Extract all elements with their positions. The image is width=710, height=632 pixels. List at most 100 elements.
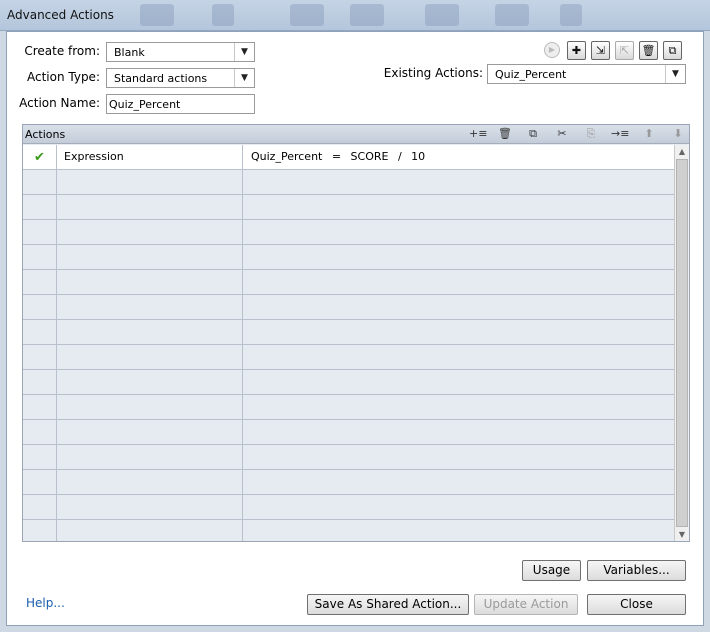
empty-cell[interactable]: [57, 270, 243, 295]
close-button[interactable]: Close: [587, 594, 686, 615]
cut-row-icon[interactable]: ✂: [554, 127, 570, 141]
move-up-icon[interactable]: ⬆: [641, 127, 657, 141]
copy-row-icon[interactable]: ⧉: [525, 127, 541, 141]
empty-cell[interactable]: [243, 520, 674, 541]
empty-cell[interactable]: [57, 470, 243, 495]
table-row[interactable]: [23, 220, 674, 245]
move-down-icon[interactable]: ⬇: [670, 127, 686, 141]
table-row[interactable]: [23, 495, 674, 520]
duplicate-icon[interactable]: ⧉: [663, 41, 682, 60]
save-shared-action-button[interactable]: Save As Shared Action...: [307, 594, 469, 615]
scroll-down-icon[interactable]: ▼: [675, 528, 689, 541]
table-row[interactable]: [23, 195, 674, 220]
empty-cell[interactable]: [243, 420, 674, 445]
action-type-select[interactable]: Standard actions ▼: [106, 68, 255, 88]
paste-row-icon[interactable]: ⎘: [583, 127, 599, 141]
empty-cell[interactable]: [57, 495, 243, 520]
existing-actions-select[interactable]: Quiz_Percent ▼: [487, 64, 686, 84]
empty-cell[interactable]: [243, 370, 674, 395]
empty-cell[interactable]: [57, 420, 243, 445]
variables-button[interactable]: Variables...: [587, 560, 686, 581]
table-row[interactable]: [23, 245, 674, 270]
empty-cell[interactable]: [23, 470, 57, 495]
background-toolbar-ghost: [350, 4, 384, 26]
empty-cell[interactable]: [243, 320, 674, 345]
empty-cell[interactable]: [23, 420, 57, 445]
add-icon[interactable]: ✚: [567, 41, 586, 60]
empty-cell[interactable]: [57, 170, 243, 195]
update-action-button[interactable]: Update Action: [474, 594, 578, 615]
empty-cell[interactable]: [243, 395, 674, 420]
usage-button[interactable]: Usage: [522, 560, 581, 581]
table-row[interactable]: [23, 420, 674, 445]
empty-cell[interactable]: [57, 520, 243, 541]
create-from-select[interactable]: Blank ▼: [106, 42, 255, 62]
empty-cell[interactable]: [57, 345, 243, 370]
empty-cell[interactable]: [243, 495, 674, 520]
detail-cell[interactable]: Quiz_Percent = SCORE / 10: [243, 145, 674, 170]
table-row[interactable]: [23, 170, 674, 195]
indent-row-icon[interactable]: →≡: [611, 127, 629, 141]
table-row[interactable]: [23, 370, 674, 395]
actions-grid-header: Actions +≡ 🗑 ⧉ ✂ ⎘ →≡ ⬆ ⬇: [23, 125, 689, 144]
table-row[interactable]: [23, 470, 674, 495]
background-toolbar-ghost: [560, 4, 582, 26]
export-icon[interactable]: ⇱: [615, 41, 634, 60]
table-row[interactable]: [23, 320, 674, 345]
table-row[interactable]: [23, 345, 674, 370]
empty-cell[interactable]: [23, 220, 57, 245]
empty-cell[interactable]: [243, 345, 674, 370]
empty-cell[interactable]: [23, 320, 57, 345]
empty-cell[interactable]: [57, 245, 243, 270]
status-cell[interactable]: ✔: [23, 145, 57, 170]
chevron-down-icon[interactable]: ▼: [234, 69, 254, 87]
empty-cell[interactable]: [23, 345, 57, 370]
preview-icon[interactable]: ▶: [544, 42, 560, 58]
empty-cell[interactable]: [23, 395, 57, 420]
import-icon[interactable]: ⇲: [591, 41, 610, 60]
vertical-scrollbar[interactable]: ▲ ▼: [674, 145, 689, 541]
delete-row-icon[interactable]: 🗑: [497, 127, 513, 141]
empty-cell[interactable]: [57, 195, 243, 220]
scroll-up-icon[interactable]: ▲: [675, 145, 689, 159]
delete-icon[interactable]: 🗑: [639, 41, 658, 60]
empty-cell[interactable]: [23, 270, 57, 295]
table-row[interactable]: [23, 395, 674, 420]
empty-cell[interactable]: [23, 170, 57, 195]
empty-cell[interactable]: [243, 270, 674, 295]
empty-cell[interactable]: [243, 445, 674, 470]
empty-cell[interactable]: [23, 520, 57, 541]
empty-cell[interactable]: [23, 245, 57, 270]
empty-cell[interactable]: [243, 170, 674, 195]
help-link[interactable]: Help...: [26, 596, 65, 610]
scroll-thumb[interactable]: [676, 159, 688, 527]
empty-cell[interactable]: [23, 295, 57, 320]
empty-cell[interactable]: [57, 370, 243, 395]
table-row[interactable]: [23, 520, 674, 541]
empty-cell[interactable]: [23, 445, 57, 470]
empty-cell[interactable]: [57, 395, 243, 420]
action-name-input[interactable]: Quiz_Percent: [106, 94, 255, 114]
existing-actions-value: Quiz_Percent: [495, 68, 567, 81]
empty-cell[interactable]: [57, 295, 243, 320]
empty-cell[interactable]: [57, 320, 243, 345]
empty-cell[interactable]: [23, 370, 57, 395]
chevron-down-icon[interactable]: ▼: [234, 43, 254, 61]
empty-cell[interactable]: [23, 195, 57, 220]
empty-cell[interactable]: [243, 470, 674, 495]
empty-cell[interactable]: [243, 195, 674, 220]
table-row[interactable]: ✔ Expression Quiz_Percent = SCORE / 10: [23, 145, 674, 170]
empty-cell[interactable]: [243, 245, 674, 270]
empty-cell[interactable]: [243, 220, 674, 245]
empty-cell[interactable]: [23, 495, 57, 520]
table-row[interactable]: [23, 270, 674, 295]
background-toolbar-ghost: [290, 4, 324, 26]
table-row[interactable]: [23, 445, 674, 470]
chevron-down-icon[interactable]: ▼: [665, 65, 685, 83]
empty-cell[interactable]: [57, 220, 243, 245]
table-row[interactable]: [23, 295, 674, 320]
empty-cell[interactable]: [57, 445, 243, 470]
action-cell[interactable]: Expression: [57, 145, 243, 170]
empty-cell[interactable]: [243, 295, 674, 320]
insert-row-icon[interactable]: +≡: [469, 127, 487, 141]
